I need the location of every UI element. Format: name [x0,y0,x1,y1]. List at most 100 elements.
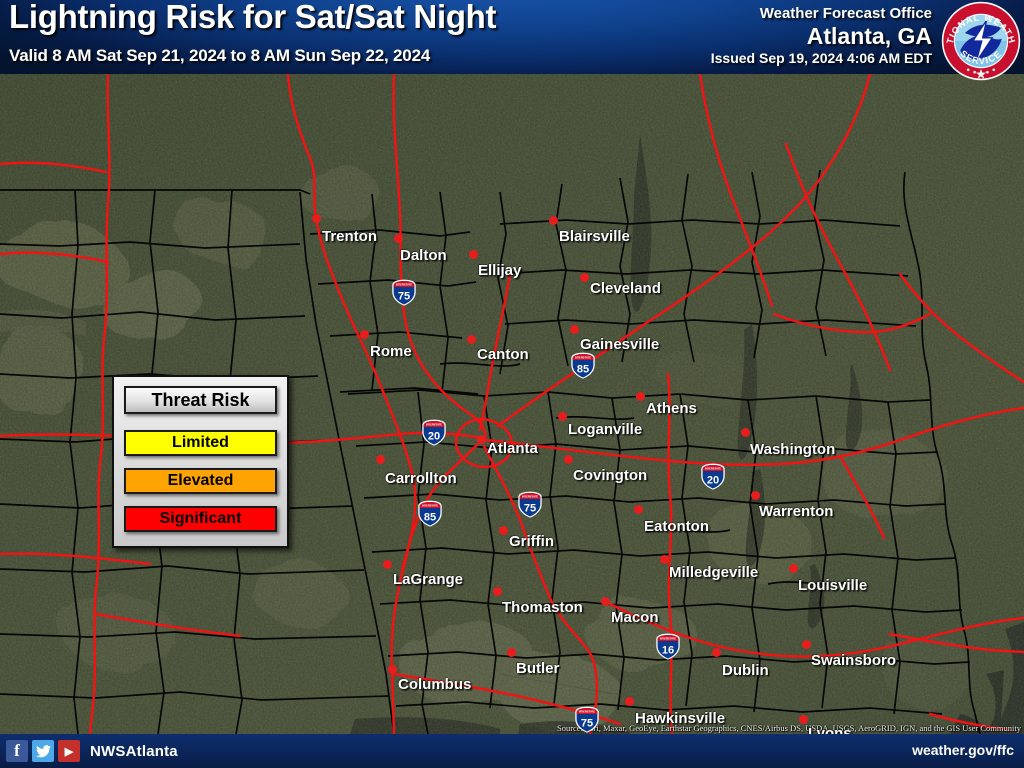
map-attribution: Source: Esri, Maxar, GeoEye, Earthstar G… [556,723,1021,733]
city-label: Lyons [808,725,852,734]
city-marker[interactable] [468,249,478,259]
city-label: Columbus [398,676,472,693]
svg-text:INTERSTATE: INTERSTATE [579,710,595,714]
city-marker[interactable] [466,334,476,344]
city-label: Hawkinsville [635,710,726,727]
interstate-shield-glyph: INTERSTATE 16 [656,633,680,660]
city-label: Canton [477,346,529,363]
twitter-icon[interactable] [32,740,54,762]
city-marker[interactable] [492,586,502,596]
social-links[interactable]: f ▶ NWSAtlanta [6,740,178,762]
city-label: Blairsville [559,228,630,245]
city-marker[interactable] [659,554,669,564]
city-label: Louisville [798,577,868,594]
city-marker[interactable] [382,559,392,569]
city-label: Swainsboro [811,652,897,669]
city-label: Ellijay [478,262,522,279]
legend-item-significant[interactable]: Significant [124,506,277,532]
nws-logo-icon: NATIONAL WEATHER SERVICE [941,1,1021,81]
legend-title: Threat Risk [124,386,277,414]
city-label: Trenton [322,228,377,245]
city-marker[interactable] [798,714,808,724]
city-marker[interactable] [476,434,486,444]
city-label: Atlanta [487,440,538,457]
city-label: Milledgeville [669,564,759,581]
wfo-office-name: Atlanta, GA [806,23,932,49]
legend-item-elevated[interactable]: Elevated [124,468,277,494]
city-marker[interactable] [600,596,610,606]
city-marker[interactable] [624,696,634,706]
city-label: Loganville [568,421,643,438]
svg-text:75: 75 [398,290,410,302]
city-label: Macon [611,609,659,626]
city-marker[interactable] [548,215,558,225]
city-label: Covington [573,467,648,484]
city-marker[interactable] [635,391,645,401]
city-marker[interactable] [393,233,403,243]
city-marker[interactable] [579,272,589,282]
city-marker[interactable] [740,427,750,437]
interstate-shield-glyph: INTERSTATE 20 [701,463,725,490]
legend-item-limited[interactable]: Limited [124,430,277,456]
city-marker[interactable] [711,647,721,657]
city-marker[interactable] [801,639,811,649]
city-marker[interactable] [375,454,385,464]
interstate-shield-75: INTERSTATE 75 [574,706,600,733]
interstate-shield-glyph: INTERSTATE 75 [518,491,542,518]
city-label: Athens [646,400,697,417]
svg-text:INTERSTATE: INTERSTATE [522,495,538,499]
city-marker[interactable] [557,411,567,421]
twitter-bird-glyph [35,744,51,757]
city-label: Warrenton [759,503,834,520]
city-label: Gainesville [580,336,660,353]
svg-text:75: 75 [581,717,593,729]
validity-period: Valid 8 AM Sat Sep 21, 2024 to 8 AM Sun … [9,46,431,65]
facebook-icon[interactable]: f [6,740,28,762]
city-marker[interactable] [506,647,516,657]
svg-text:20: 20 [428,430,440,442]
svg-text:20: 20 [707,474,719,486]
svg-text:INTERSTATE: INTERSTATE [422,504,438,508]
city-label: Dublin [722,662,769,679]
interstate-shield-glyph: INTERSTATE 85 [418,500,442,527]
interstate-shield-glyph: INTERSTATE 20 [422,419,446,446]
svg-text:INTERSTATE: INTERSTATE [705,467,721,471]
facebook-glyph: f [14,741,20,760]
city-marker[interactable] [311,213,321,223]
city-marker[interactable] [788,563,798,573]
city-label: Rome [370,343,412,360]
svg-text:INTERSTATE: INTERSTATE [575,356,591,360]
city-marker[interactable] [569,324,579,334]
interstate-shield-75: INTERSTATE 75 [391,279,417,306]
city-marker[interactable] [387,664,397,674]
interstate-shield-20: INTERSTATE 20 [421,419,447,446]
interstate-shield-glyph: INTERSTATE 85 [571,352,595,379]
city-marker[interactable] [750,490,760,500]
interstate-shield-glyph: INTERSTATE 75 [575,706,599,733]
svg-text:INTERSTATE: INTERSTATE [426,423,442,427]
city-label: Eatonton [644,518,709,535]
city-marker[interactable] [498,525,508,535]
wfo-label: Weather Forecast Office [759,5,932,22]
interstate-shield-glyph: INTERSTATE 75 [392,279,416,306]
svg-text:85: 85 [577,363,589,375]
svg-text:75: 75 [524,502,536,514]
interstate-shield-85: INTERSTATE 85 [570,352,596,379]
city-marker[interactable] [563,454,573,464]
page-title: Lightning Risk for Sat/Sat Night [9,0,497,35]
city-marker[interactable] [633,504,643,514]
threat-risk-legend[interactable]: Threat Risk Limited Elevated Significant [112,375,289,548]
city-label: Griffin [509,533,554,550]
city-label: Washington [750,441,836,458]
interstate-shield-85: INTERSTATE 85 [417,500,443,527]
city-label: Butler [516,660,560,677]
city-label: LaGrange [393,571,464,588]
forecast-map[interactable]: Trenton Dalton Blairsville Ellijay Cleveland… [0,74,1024,734]
youtube-icon[interactable]: ▶ [58,740,80,762]
youtube-play-glyph: ▶ [64,745,74,758]
city-label: Cleveland [590,280,661,297]
footer-url[interactable]: weather.gov/ffc [912,742,1014,758]
interstate-shield-20: INTERSTATE 20 [700,463,726,490]
city-marker[interactable] [359,329,369,339]
social-handle[interactable]: NWSAtlanta [90,743,178,760]
